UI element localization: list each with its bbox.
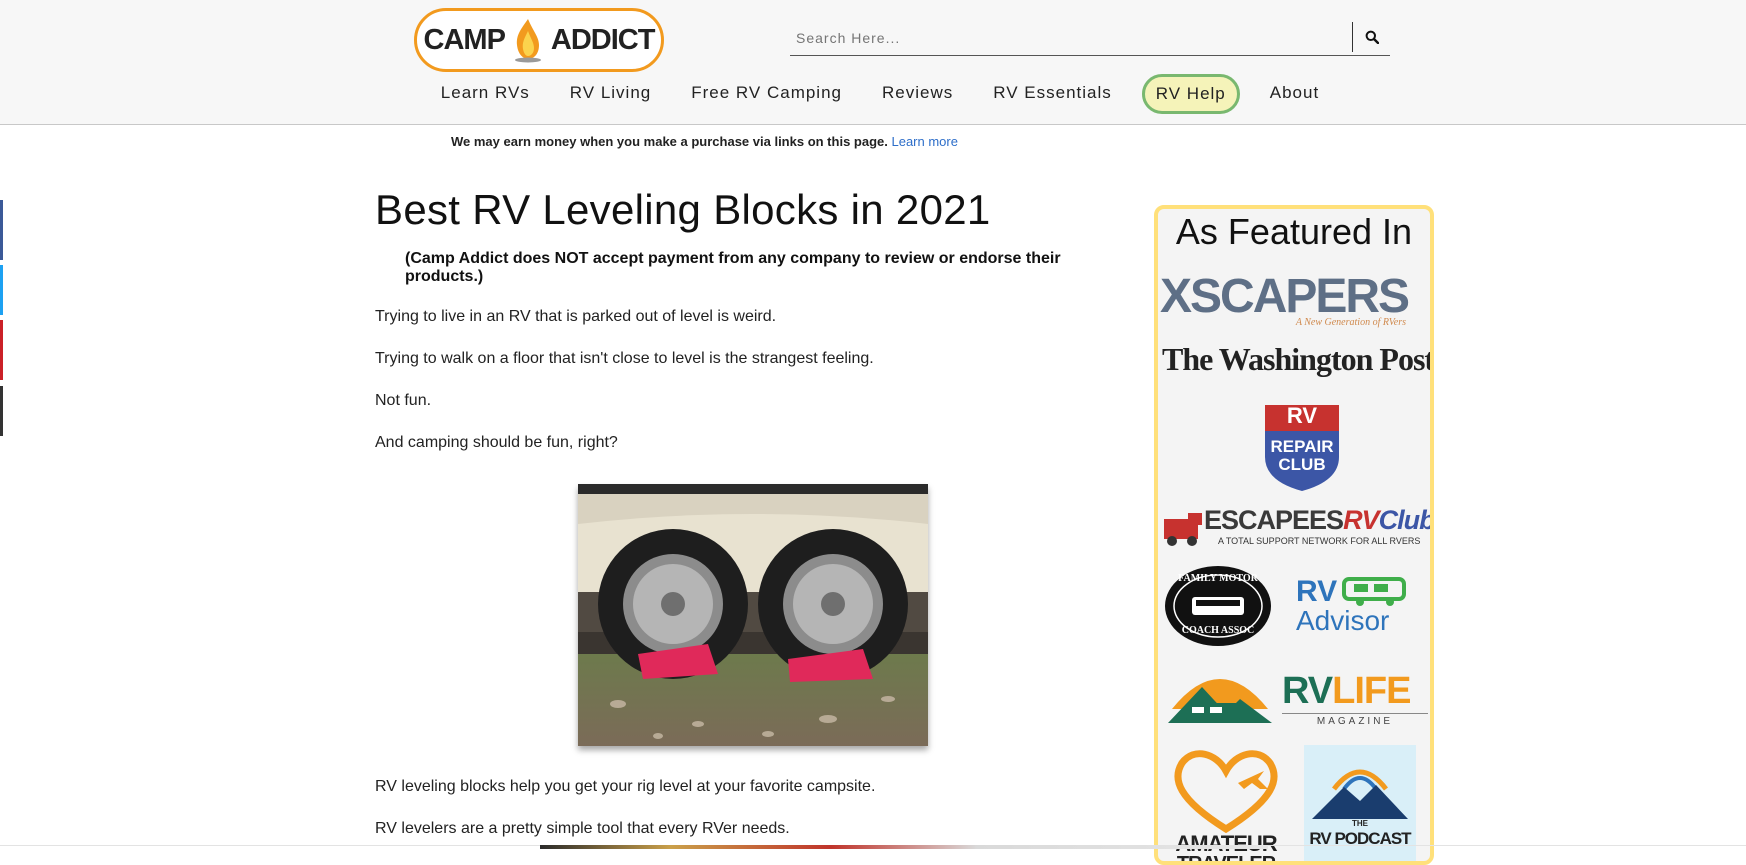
rv-podcast-logo[interactable]: THE RV PODCAST xyxy=(1304,745,1416,861)
rv-tires-illustration xyxy=(578,484,928,746)
nav-rv-help[interactable]: RV Help xyxy=(1141,74,1240,114)
site-header: CAMP ADDICT Learn RVs RV Living Free RV … xyxy=(0,0,1746,125)
article-content: Best RV Leveling Blocks in 2021 (Camp Ad… xyxy=(375,180,1105,476)
search-button[interactable] xyxy=(1352,22,1390,52)
bottom-ad-banner[interactable] xyxy=(540,845,1268,849)
fmca-top-text: FAMILY MOTOR xyxy=(1178,573,1258,584)
featured-heading: As Featured In xyxy=(1175,211,1413,252)
share-pinterest-button[interactable] xyxy=(0,320,3,380)
nav-about[interactable]: About xyxy=(1250,73,1339,113)
nav-free-rv-camping[interactable]: Free RV Camping xyxy=(671,73,862,113)
podcast-mountain-icon xyxy=(1312,769,1408,819)
article-paragraph: Trying to walk on a floor that isn't clo… xyxy=(375,350,874,367)
rv-advisor-rv-icon xyxy=(1342,577,1406,606)
nav-rv-essentials[interactable]: RV Essentials xyxy=(973,73,1132,113)
amateur-traveler-word2: TRAVELER xyxy=(1176,853,1276,865)
rv-life-rv: RV xyxy=(1282,670,1333,712)
editorial-notice: (Camp Addict does NOT accept payment fro… xyxy=(405,250,1061,285)
as-featured-in-panel: As Featured In XSCAPERS A New Generation… xyxy=(1154,205,1434,865)
escapees-rv-icon xyxy=(1164,513,1202,546)
fmca-logo[interactable]: FAMILY MOTOR COACH ASSOC xyxy=(1164,565,1272,647)
escapees-rv: RV xyxy=(1343,505,1380,535)
rv-podcast-word: RV PODCAST xyxy=(1309,829,1411,848)
disclosure-text: We may earn money when you make a purcha… xyxy=(451,134,888,149)
heart-plane-icon xyxy=(1174,750,1278,834)
rv-advisor-rv: RV xyxy=(1296,575,1338,608)
rv-lifestyle-logo[interactable] xyxy=(1168,659,1272,731)
logo-text-camp: CAMP xyxy=(423,23,506,56)
rv-life-life: LIFE xyxy=(1332,670,1411,712)
nav-reviews[interactable]: Reviews xyxy=(862,73,973,113)
search-icon xyxy=(1365,30,1379,44)
nav-learn-rvs[interactable]: Learn RVs xyxy=(421,73,550,113)
washington-post-logo[interactable]: The Washington Post xyxy=(1162,341,1430,378)
rv-repair-club-top: RV xyxy=(1286,403,1318,428)
share-facebook-button[interactable] xyxy=(0,200,3,260)
affiliate-disclosure: We may earn money when you make a purcha… xyxy=(451,134,958,149)
article-paragraph: Trying to live in an RV that is parked o… xyxy=(375,308,777,325)
rv-life-magazine-text: MAGAZINE xyxy=(1282,713,1428,727)
fmca-bottom-text: COACH ASSOC xyxy=(1181,625,1255,636)
article-paragraph: RV levelers are a pretty simple tool tha… xyxy=(375,820,790,837)
article-paragraph: And camping should be fun, right? xyxy=(375,434,618,451)
article-paragraph: RV leveling blocks help you get your rig… xyxy=(375,778,876,795)
escapees-tagline: A TOTAL SUPPORT NETWORK FOR ALL RVERS xyxy=(1218,536,1421,546)
article-paragraph: Not fun. xyxy=(375,392,432,409)
main-nav: Learn RVs RV Living Free RV Camping Revi… xyxy=(0,70,1746,116)
rv-repair-club-logo[interactable]: RV REPAIR CLUB xyxy=(1261,401,1343,493)
share-more-button[interactable] xyxy=(0,386,3,436)
mountain-rv-icon xyxy=(1168,679,1272,723)
rv-repair-club-line1: REPAIR xyxy=(1270,437,1334,456)
escapees-club: Club xyxy=(1378,505,1434,535)
search-bar xyxy=(790,20,1390,56)
escapees-wordmark: ESCAPEES xyxy=(1204,505,1344,535)
share-twitter-button[interactable] xyxy=(0,265,3,315)
nav-rv-living[interactable]: RV Living xyxy=(550,73,671,113)
logo-text-addict: ADDICT xyxy=(550,23,656,56)
rv-advisor-word: Advisor xyxy=(1296,605,1390,636)
rv-repair-club-line2: CLUB xyxy=(1278,455,1326,474)
escapees-rv-club-logo[interactable]: ESCAPEESRVClub A TOTAL SUPPORT NETWORK F… xyxy=(1162,505,1434,551)
xscapers-tagline: A New Generation of RVers xyxy=(1295,317,1406,328)
campfire-icon xyxy=(514,19,541,63)
rv-life-magazine-logo[interactable]: RVLIFE MAGAZINE xyxy=(1282,671,1428,731)
xscapers-wordmark: XSCAPERS xyxy=(1160,270,1410,323)
rv-tires-on-leveling-blocks-image xyxy=(578,484,928,746)
xscapers-logo[interactable]: XSCAPERS A New Generation of RVers xyxy=(1160,273,1430,333)
rv-podcast-the: THE xyxy=(1352,819,1368,828)
search-input[interactable] xyxy=(794,24,1338,52)
site-logo[interactable]: CAMP ADDICT xyxy=(414,8,664,72)
learn-more-link[interactable]: Learn more xyxy=(891,134,957,149)
rv-advisor-logo[interactable]: RV Advisor xyxy=(1296,575,1426,639)
article-title: Best RV Leveling Blocks in 2021 xyxy=(375,186,991,233)
